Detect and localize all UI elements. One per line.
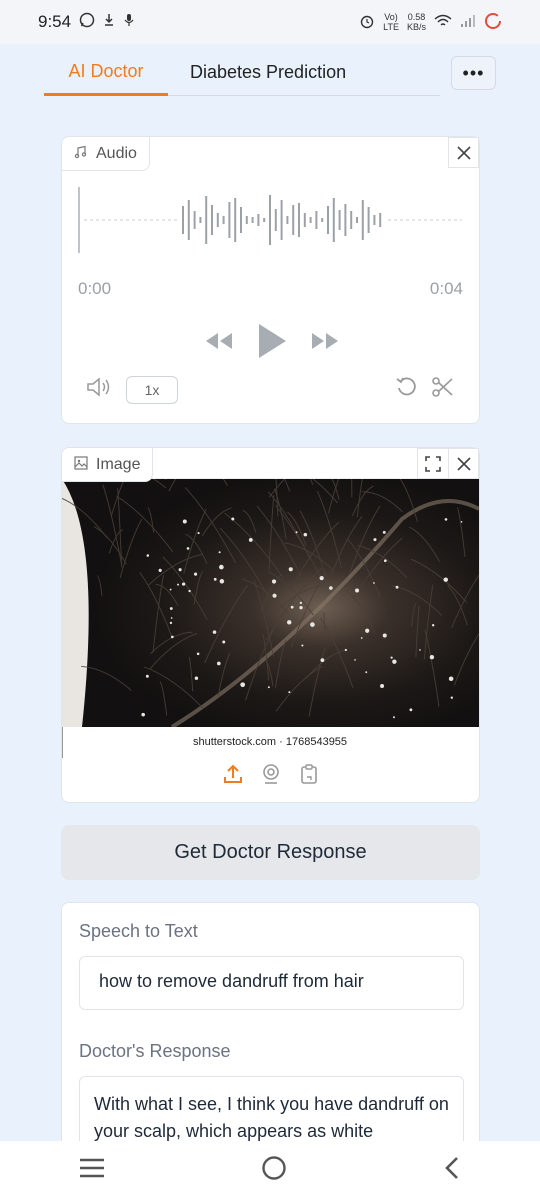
tab-diabetes-prediction[interactable]: Diabetes Prediction [168, 50, 368, 96]
speech-to-text-field[interactable]: how to remove dandruff from hair [79, 956, 464, 1010]
doctor-response-label: Doctor's Response [79, 1041, 231, 1061]
output-panel: Speech to Text how to remove dandruff fr… [61, 902, 480, 1176]
clipboard-icon[interactable] [298, 763, 320, 790]
network-speed: 0.58 KB/s [406, 12, 426, 32]
volume-icon[interactable] [86, 376, 114, 403]
more-tabs-button[interactable]: ••• [451, 56, 496, 90]
image-clear-button[interactable] [448, 448, 479, 479]
edit-tools [395, 375, 455, 404]
tab-bar: AI Doctor Diabetes Prediction [44, 50, 440, 96]
audio-clear-button[interactable] [448, 137, 479, 168]
scissors-icon[interactable] [431, 375, 455, 404]
music-note-icon [74, 145, 88, 162]
home-icon[interactable] [261, 1155, 287, 1186]
battery-icon [484, 12, 502, 33]
playback-controls [202, 323, 342, 364]
fullscreen-button[interactable] [417, 448, 448, 479]
mic-icon [123, 12, 135, 32]
playback-speed-button[interactable]: 1x [126, 375, 178, 404]
speech-to-text-label: Speech to Text [79, 921, 198, 941]
audio-panel-label: Audio [62, 137, 150, 171]
back-icon[interactable] [442, 1155, 462, 1186]
image-icon [74, 456, 88, 473]
signal-icon [460, 14, 476, 31]
audio-toolbar: 1x [86, 375, 455, 404]
tab-ai-doctor[interactable]: AI Doctor [44, 50, 168, 96]
get-doctor-response-button[interactable]: Get Doctor Response [61, 825, 480, 880]
webcam-icon[interactable] [260, 763, 282, 790]
image-panel: shutterstock.com · 1768543955 Image [61, 447, 480, 803]
audio-waveform[interactable] [78, 185, 462, 255]
status-bar: 9:54 Vo) LTE 0.58 KB/s [0, 0, 540, 44]
audio-panel: Audio 0:00 0:04 1x [61, 136, 480, 424]
status-time: 9:54 [38, 12, 72, 31]
rewind-icon[interactable] [202, 331, 234, 356]
undo-icon[interactable] [395, 375, 419, 404]
image-source-options [62, 763, 479, 790]
image-panel-label: Image [62, 448, 154, 482]
audio-current-time: 0:00 [78, 279, 112, 298]
volte-indicator: Vo) LTE [383, 12, 399, 32]
play-icon[interactable] [256, 323, 288, 364]
image-watermark: shutterstock.com · 1768543955 [193, 736, 347, 748]
audio-duration: 0:04 [429, 279, 463, 298]
system-nav-bar [0, 1141, 540, 1200]
download-icon [103, 12, 115, 32]
scalp-image: shutterstock.com · 1768543955 [62, 478, 479, 758]
fast-forward-icon[interactable] [310, 331, 342, 356]
whatsapp-icon [79, 12, 95, 33]
wifi-icon [434, 14, 452, 31]
upload-icon[interactable] [222, 763, 244, 790]
alarm-icon [359, 13, 375, 32]
menu-icon[interactable] [78, 1157, 106, 1184]
